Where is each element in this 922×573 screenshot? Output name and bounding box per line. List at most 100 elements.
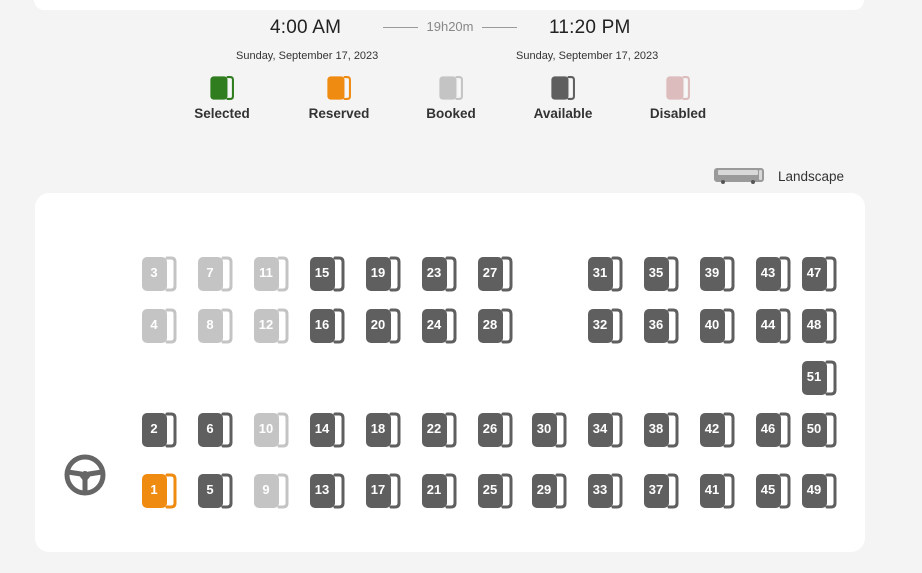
seat-34[interactable]: 34 (586, 411, 624, 449)
seat-number: 16 (314, 317, 330, 332)
seat-26[interactable]: 26 (476, 411, 514, 449)
seat-number: 48 (806, 317, 822, 332)
legend-label-booked: Booked (426, 106, 476, 121)
seat-11: 11 (252, 255, 290, 293)
seat-number: 22 (426, 421, 442, 436)
seat-24[interactable]: 24 (420, 307, 458, 345)
seat-reserved-icon (294, 75, 384, 101)
seat-28[interactable]: 28 (476, 307, 514, 345)
seat-9: 9 (252, 472, 290, 510)
seat-number: 15 (314, 265, 330, 280)
seat-number: 33 (592, 482, 608, 497)
legend-label-reserved: Reserved (308, 106, 370, 121)
seat-49[interactable]: 49 (800, 472, 838, 510)
seat-number: 14 (314, 421, 330, 436)
seat-number: 23 (426, 265, 442, 280)
seat-16[interactable]: 16 (308, 307, 346, 345)
seat-32[interactable]: 32 (586, 307, 624, 345)
trip-duration: 19h20m (418, 19, 482, 34)
seat-booked-icon (406, 75, 496, 101)
seat-31[interactable]: 31 (586, 255, 624, 293)
seat-44[interactable]: 44 (754, 307, 792, 345)
seat-29[interactable]: 29 (530, 472, 568, 510)
seat-41[interactable]: 41 (698, 472, 736, 510)
seat-number: 17 (370, 482, 386, 497)
seat-number: 5 (206, 482, 214, 497)
seat-number: 9 (262, 482, 270, 497)
seat-1[interactable]: 1 (140, 472, 178, 510)
seat-number: 43 (760, 265, 776, 280)
seat-number: 29 (536, 482, 552, 497)
seat-number: 27 (482, 265, 498, 280)
seat-20[interactable]: 20 (364, 307, 402, 345)
legend-reserved: Reserved (294, 75, 384, 121)
legend-disabled: Disabled (633, 75, 723, 121)
seat-number: 19 (370, 265, 386, 280)
seat-selected-icon (177, 75, 267, 101)
seat-number: 1 (150, 482, 158, 497)
seat-37[interactable]: 37 (642, 472, 680, 510)
seat-number: 38 (648, 421, 664, 436)
seat-47[interactable]: 47 (800, 255, 838, 293)
seat-30[interactable]: 30 (530, 411, 568, 449)
seat-35[interactable]: 35 (642, 255, 680, 293)
seat-51[interactable]: 51 (800, 359, 838, 397)
seat-number: 44 (760, 317, 776, 332)
seat-number: 8 (206, 317, 214, 332)
bus-icon[interactable] (713, 166, 765, 189)
seat-39[interactable]: 39 (698, 255, 736, 293)
seat-8: 8 (196, 307, 234, 345)
seat-number: 34 (592, 421, 608, 436)
seat-50[interactable]: 50 (800, 411, 838, 449)
landscape-toggle-label[interactable]: Landscape (778, 169, 844, 184)
seat-21[interactable]: 21 (420, 472, 458, 510)
seat-6[interactable]: 6 (196, 411, 234, 449)
legend-booked: Booked (406, 75, 496, 121)
seat-number: 6 (206, 421, 214, 436)
seat-43[interactable]: 43 (754, 255, 792, 293)
seat-10: 10 (252, 411, 290, 449)
seat-46[interactable]: 46 (754, 411, 792, 449)
seat-number: 26 (482, 421, 498, 436)
seat-42[interactable]: 42 (698, 411, 736, 449)
seat-number: 51 (806, 369, 822, 384)
seat-2[interactable]: 2 (140, 411, 178, 449)
seat-23[interactable]: 23 (420, 255, 458, 293)
seat-15[interactable]: 15 (308, 255, 346, 293)
seat-18[interactable]: 18 (364, 411, 402, 449)
seat-3: 3 (140, 255, 178, 293)
legend-label-selected: Selected (194, 106, 250, 121)
seat-number: 18 (370, 421, 386, 436)
seat-14[interactable]: 14 (308, 411, 346, 449)
legend-available: Available (518, 75, 608, 121)
seat-number: 12 (258, 317, 274, 332)
seat-number: 49 (806, 482, 822, 497)
seat-45[interactable]: 45 (754, 472, 792, 510)
seat-33[interactable]: 33 (586, 472, 624, 510)
seat-number: 50 (806, 421, 822, 436)
seat-number: 20 (370, 317, 386, 332)
seat-22[interactable]: 22 (420, 411, 458, 449)
seat-13[interactable]: 13 (308, 472, 346, 510)
seat-12: 12 (252, 307, 290, 345)
seat-number: 21 (426, 482, 442, 497)
seat-27[interactable]: 27 (476, 255, 514, 293)
seat-19[interactable]: 19 (364, 255, 402, 293)
seat-number: 32 (592, 317, 608, 332)
departure-date: Sunday, September 17, 2023 (236, 50, 379, 62)
seat-38[interactable]: 38 (642, 411, 680, 449)
legend-selected: Selected (177, 75, 267, 121)
seat-number: 24 (426, 317, 442, 332)
seat-number: 37 (648, 482, 664, 497)
seat-7: 7 (196, 255, 234, 293)
top-panel-edge (34, 0, 864, 10)
seat-number: 28 (482, 317, 498, 332)
seat-17[interactable]: 17 (364, 472, 402, 510)
seat-25[interactable]: 25 (476, 472, 514, 510)
seat-48[interactable]: 48 (800, 307, 838, 345)
seat-40[interactable]: 40 (698, 307, 736, 345)
seat-number: 41 (704, 482, 720, 497)
seat-36[interactable]: 36 (642, 307, 680, 345)
seat-number: 40 (704, 317, 720, 332)
seat-5[interactable]: 5 (196, 472, 234, 510)
